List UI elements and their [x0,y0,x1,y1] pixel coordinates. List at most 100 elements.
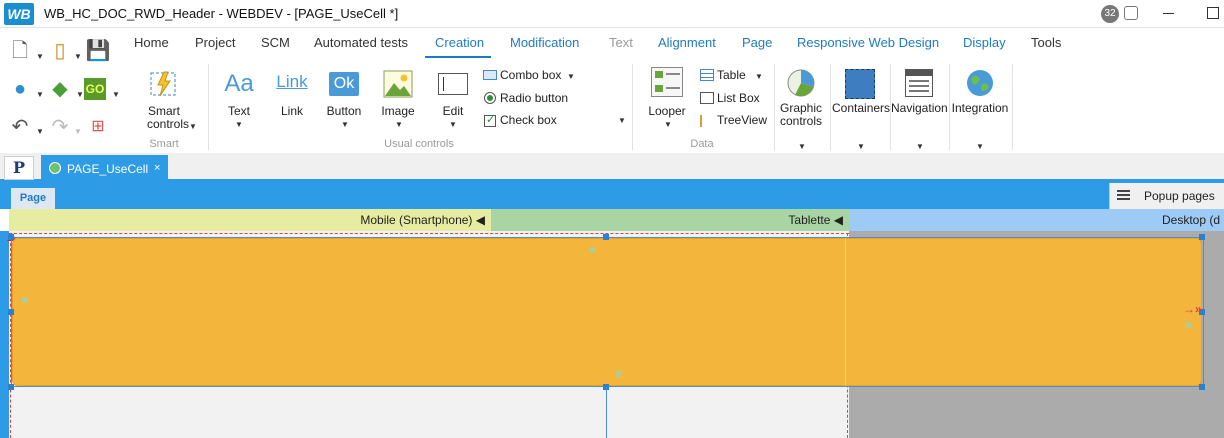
containers-button[interactable]: Containers [832,101,890,115]
resize-handle[interactable] [1199,384,1205,390]
navigation-icon[interactable] [905,69,933,97]
tab-tools[interactable]: Tools [1031,35,1061,50]
close-icon[interactable]: × [154,162,160,174]
document-tabs: P PAGE_UseCell × [0,153,1224,182]
tab-page-usecell[interactable]: PAGE_UseCell × [41,155,168,182]
text-control-icon[interactable]: Aa [221,70,257,98]
integration-icon[interactable] [965,68,995,98]
tab-scm[interactable]: SCM [261,35,290,50]
anchor-point [616,371,622,377]
resize-handle[interactable] [8,384,14,390]
tab-text[interactable]: Text [609,35,633,50]
open-file-icon[interactable]: ▯ [46,38,74,64]
tab-home[interactable]: Home [134,35,169,50]
popup-pages-button[interactable]: Popup pages [1109,183,1224,209]
link-control-button[interactable]: Link [274,104,310,118]
looper-button[interactable]: Looper [644,104,690,118]
table-button[interactable]: Table [717,68,746,82]
combo-box-button[interactable]: Combo box [500,68,561,82]
smart-controls-button[interactable]: Smart [148,104,181,118]
treeview-button[interactable]: TreeView [717,113,767,127]
chevron-down-icon[interactable]: ▼ [618,116,626,125]
image-control-button[interactable]: Image [378,104,418,118]
save-icon[interactable]: 💾 [84,38,112,64]
chevron-down-icon[interactable]: ▼ [36,90,44,99]
chevron-down-icon[interactable]: ▼ [341,120,349,129]
tab-project[interactable]: Project [195,35,235,50]
project-tab[interactable]: P [4,156,34,180]
link-control-icon[interactable]: Link [274,72,310,98]
button-control-button[interactable]: Button [322,104,366,118]
layout-icon[interactable] [1124,6,1138,20]
list-box-button[interactable]: List Box [717,91,760,105]
graphic-controls-label-1[interactable]: Graphic [778,101,824,115]
desktop-breakpoint[interactable]: Desktop (d [849,209,1224,231]
chevron-down-icon[interactable]: ▼ [664,120,672,129]
new-file-icon[interactable]: 🗋 [6,38,34,64]
chevron-down-icon[interactable]: ▼ [755,72,763,81]
table-icon [700,69,714,81]
chevron-down-icon[interactable]: ▼ [798,142,806,151]
separator [774,64,775,150]
undo-icon[interactable]: ↶ [6,114,34,140]
graphic-controls-icon[interactable] [786,68,816,98]
resize-handle[interactable] [8,234,14,240]
hierarchy-icon[interactable]: ⊞ [84,114,112,140]
radio-button-button[interactable]: Radio button [500,91,568,105]
chevron-down-icon[interactable]: ▼ [36,127,44,136]
image-control-icon[interactable] [383,70,413,98]
smart-controls-icon [148,70,178,98]
tab-alignment[interactable]: Alignment [658,35,716,50]
containers-icon[interactable] [845,69,875,99]
mobile-breakpoint[interactable]: Mobile (Smartphone) ◀ [9,209,491,231]
text-control-button[interactable]: Text [219,104,259,118]
anchor-point [590,247,596,253]
resize-handle[interactable] [1199,234,1205,240]
group-label-data: Data [690,138,714,150]
chevron-down-icon[interactable]: ▼ [112,90,120,99]
canvas-border [0,231,9,438]
edit-control-icon[interactable] [438,73,468,95]
integration-button[interactable]: Integration [950,101,1010,115]
edit-control-button[interactable]: Edit [433,104,473,118]
chevron-down-icon[interactable]: ▼ [76,90,84,99]
chevron-down-icon[interactable]: ▼ [449,120,457,129]
tab-creation[interactable]: Creation [435,35,484,50]
looper-icon[interactable] [651,67,683,97]
chevron-down-icon[interactable]: ▼ [567,72,575,81]
chevron-down-icon[interactable]: ▼ [916,142,924,151]
anchor-point [1185,322,1191,328]
chevron-down-icon[interactable]: ▼ [395,120,403,129]
notification-badge[interactable]: 32 [1101,5,1119,23]
chevron-down-icon[interactable]: ▼ [74,127,82,136]
chevron-down-icon[interactable]: ▼ [189,122,197,131]
page-button[interactable]: Page [11,188,55,209]
chevron-down-icon[interactable]: ▼ [74,52,82,61]
navigation-button[interactable]: Navigation [891,101,948,115]
deploy-icon[interactable]: ◆ [46,76,74,102]
chevron-down-icon[interactable]: ▼ [857,142,865,151]
tab-automated-tests[interactable]: Automated tests [314,35,408,50]
minimize-button[interactable] [1163,13,1174,14]
chevron-down-icon[interactable]: ▼ [976,142,984,151]
resize-handle[interactable] [603,234,609,240]
maximize-button[interactable] [1207,7,1219,19]
tablet-breakpoint[interactable]: Tablette ◀ [491,209,849,231]
separator [632,64,633,150]
list-box-icon [700,92,714,104]
page-icon [49,162,61,174]
tab-page[interactable]: Page [742,35,772,50]
button-control-icon[interactable]: Ok [329,72,359,96]
chevron-down-icon[interactable]: ▼ [36,52,44,61]
tab-responsive-web-design[interactable]: Responsive Web Design [797,35,939,50]
check-box-button[interactable]: Check box [500,113,557,127]
tab-modification[interactable]: Modification [510,35,579,50]
redo-icon[interactable]: ↷ [46,114,74,140]
resize-handle[interactable] [8,309,14,315]
menu-icon [1117,190,1130,200]
chevron-down-icon[interactable]: ▼ [235,120,243,129]
globe-icon[interactable]: ● [6,76,34,102]
go-icon[interactable]: GO [84,78,106,100]
smart-controls-label-1: Smart [148,104,181,118]
tab-display[interactable]: Display [963,35,1006,50]
